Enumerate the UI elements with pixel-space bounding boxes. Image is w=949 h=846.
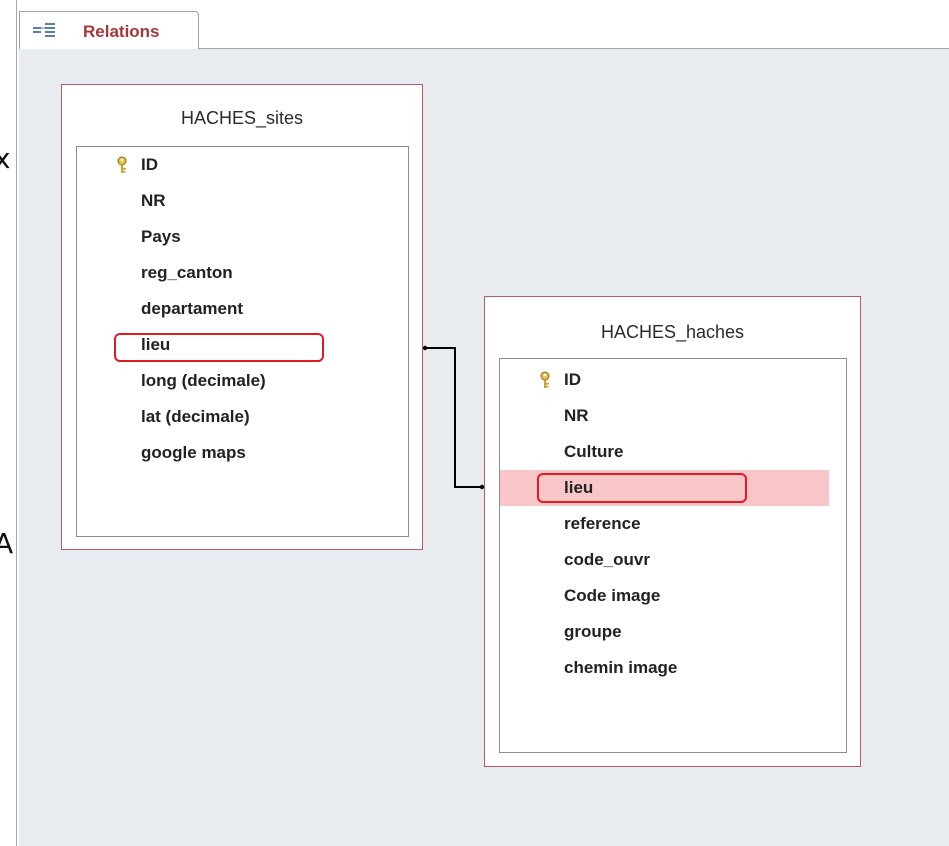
relationships-icon — [33, 23, 55, 37]
relationship-end-marker — [479, 484, 485, 490]
tab-relations[interactable]: Relations — [19, 11, 199, 49]
relationship-end-marker — [422, 345, 428, 351]
tab-label: Relations — [83, 22, 160, 41]
relationship-line[interactable] — [0, 0, 949, 846]
